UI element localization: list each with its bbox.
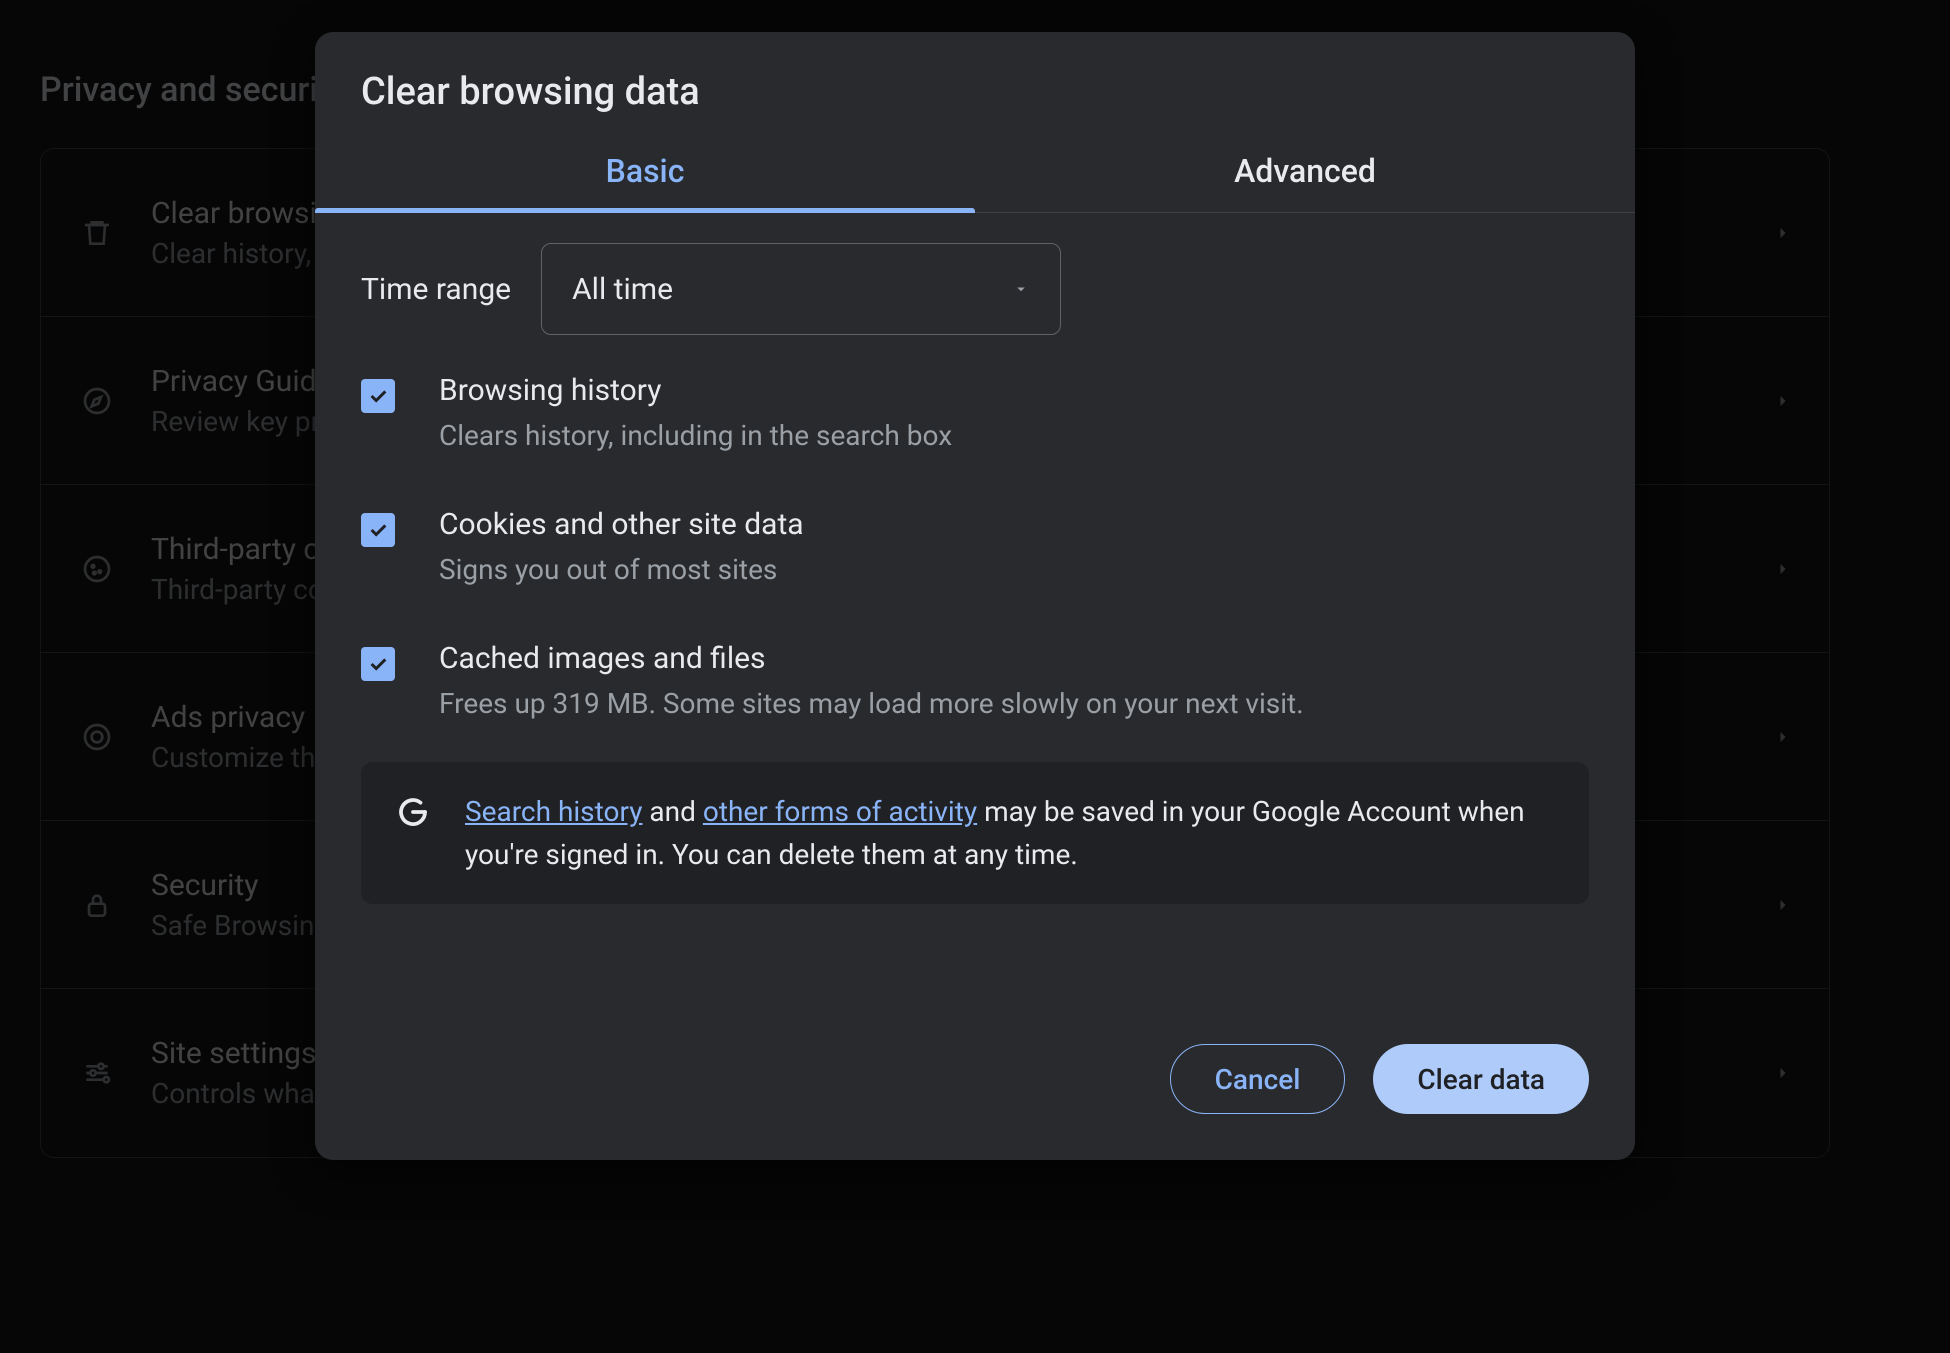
checkbox-browsing-history[interactable] bbox=[361, 379, 395, 413]
checkbox-cached[interactable] bbox=[361, 647, 395, 681]
time-range-value: All time bbox=[572, 272, 673, 307]
option-title: Cached images and files bbox=[439, 641, 1304, 676]
time-range-label: Time range bbox=[361, 272, 511, 307]
time-range-select[interactable]: All time bbox=[541, 243, 1061, 335]
tab-advanced[interactable]: Advanced bbox=[975, 138, 1635, 212]
info-text: Search history and other forms of activi… bbox=[465, 790, 1555, 877]
option-cookies[interactable]: Cookies and other site data Signs you ou… bbox=[315, 481, 1635, 615]
chevron-down-icon bbox=[1012, 280, 1030, 298]
option-subtitle: Frees up 319 MB. Some sites may load mor… bbox=[439, 684, 1304, 723]
tab-basic[interactable]: Basic bbox=[315, 138, 975, 212]
dialog-tab-row: Basic Advanced bbox=[315, 138, 1635, 213]
option-browsing-history[interactable]: Browsing history Clears history, includi… bbox=[315, 347, 1635, 481]
option-title: Cookies and other site data bbox=[439, 507, 804, 542]
option-cached[interactable]: Cached images and files Frees up 319 MB.… bbox=[315, 615, 1635, 749]
google-account-info-box: Search history and other forms of activi… bbox=[361, 762, 1589, 905]
modal-overlay: Clear browsing data Basic Advanced Time … bbox=[0, 0, 1950, 1353]
link-other-activity[interactable]: other forms of activity bbox=[703, 795, 977, 828]
cancel-button[interactable]: Cancel bbox=[1170, 1044, 1346, 1114]
option-subtitle: Clears history, including in the search … bbox=[439, 416, 952, 455]
clear-data-button[interactable]: Clear data bbox=[1373, 1044, 1589, 1114]
clear-browsing-data-dialog: Clear browsing data Basic Advanced Time … bbox=[315, 32, 1635, 1160]
option-subtitle: Signs you out of most sites bbox=[439, 550, 804, 589]
time-range-row: Time range All time bbox=[315, 213, 1635, 347]
google-g-icon bbox=[395, 794, 431, 830]
option-title: Browsing history bbox=[439, 373, 952, 408]
link-search-history[interactable]: Search history bbox=[465, 795, 642, 828]
dialog-button-row: Cancel Clear data bbox=[315, 904, 1635, 1142]
dialog-title: Clear browsing data bbox=[315, 32, 1635, 138]
checkbox-cookies[interactable] bbox=[361, 513, 395, 547]
